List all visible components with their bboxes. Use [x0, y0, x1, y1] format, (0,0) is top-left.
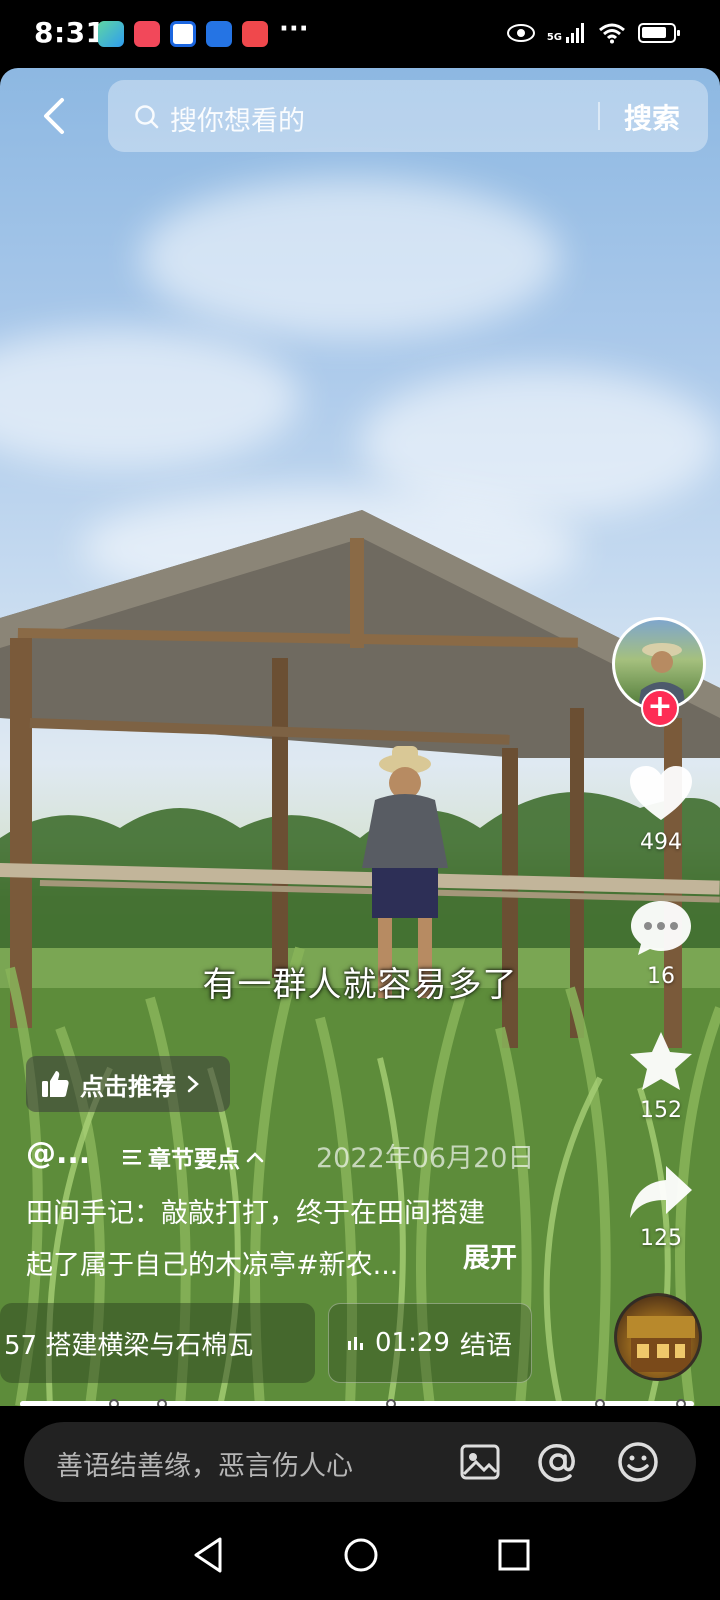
video-subtitle: 有一群人就容易多了 — [202, 965, 518, 1005]
network-type-label: 5G — [546, 32, 562, 43]
more-notifications-icon: ··· — [279, 14, 309, 44]
search-icon — [135, 105, 159, 129]
mention-icon[interactable] — [534, 1438, 582, 1486]
comment-input[interactable]: 善语结善缘，恶言伤人心 — [24, 1422, 696, 1502]
search-button[interactable]: 搜索 — [624, 97, 680, 137]
eye-comfort-icon — [506, 24, 535, 42]
expand-button[interactable]: 展开 — [463, 1236, 517, 1275]
shopping-app-icon — [134, 21, 160, 47]
nav-recents-icon[interactable] — [496, 1535, 532, 1575]
emoji-icon[interactable] — [614, 1438, 662, 1486]
audio-bars-icon — [348, 1337, 363, 1350]
bank-app-icon — [170, 21, 196, 47]
system-icons: 5G — [506, 22, 680, 44]
back-button[interactable] — [36, 96, 72, 136]
caption-line: 田间手记：敲敲打打，终于在田间搭建 — [26, 1198, 485, 1229]
favorite-count: 152 — [640, 1098, 682, 1123]
image-icon[interactable] — [456, 1438, 504, 1486]
recommend-button[interactable]: 点击推荐 — [26, 1056, 230, 1112]
music-disc[interactable] — [614, 1293, 702, 1381]
chapter-chip[interactable]: 57 搭建横梁与石棉瓦 — [0, 1303, 315, 1383]
thumbs-up-icon — [42, 1071, 69, 1097]
chevron-right-icon — [187, 1075, 199, 1093]
reader-app-icon — [242, 21, 268, 47]
chapter-time: 01:29 — [375, 1328, 450, 1358]
app-notification-icon — [98, 21, 124, 47]
list-icon — [123, 1150, 141, 1165]
share-arrow-icon — [630, 1166, 692, 1218]
like-count: 494 — [640, 830, 682, 855]
chevron-up-icon — [246, 1152, 264, 1163]
search-divider — [598, 102, 600, 130]
notification-icons — [98, 21, 268, 47]
search-input[interactable]: 搜你想看的 — [170, 99, 305, 138]
share-button[interactable]: 125 — [620, 1164, 702, 1251]
heart-icon — [630, 766, 692, 820]
search-bar[interactable]: 搜你想看的 搜索 — [108, 80, 708, 152]
cellular-signal-icon: 5G — [547, 23, 586, 43]
like-button[interactable]: 494 — [620, 764, 702, 855]
chapters-label: 章节要点 — [148, 1147, 240, 1173]
nav-back-icon[interactable] — [190, 1535, 226, 1575]
status-bar: 8:31 ··· 5G — [0, 0, 720, 68]
post-date: 2022年06月20日 — [316, 1143, 535, 1174]
shield-app-icon — [206, 21, 232, 47]
status-time: 8:31 — [34, 16, 106, 49]
chapters-toggle[interactable]: 章节要点 — [122, 1140, 264, 1174]
star-icon — [630, 1032, 692, 1090]
nav-home-icon[interactable] — [343, 1535, 379, 1575]
chapter-label: 结语 — [459, 1330, 512, 1361]
follow-button[interactable]: + — [641, 689, 679, 727]
recommend-label: 点击推荐 — [80, 1072, 176, 1101]
share-count: 125 — [640, 1226, 682, 1251]
battery-icon — [638, 23, 680, 43]
chapter-chip[interactable]: 01:29 结语 — [328, 1303, 532, 1383]
author-name[interactable]: @... — [26, 1136, 90, 1171]
wifi-icon — [599, 23, 625, 44]
comment-bubble-icon — [631, 901, 691, 955]
comment-placeholder: 善语结善缘，恶言伤人心 — [56, 1451, 353, 1482]
favorite-button[interactable]: 152 — [620, 1030, 702, 1123]
chapter-label: 57 搭建横梁与石棉瓦 — [4, 1330, 254, 1361]
